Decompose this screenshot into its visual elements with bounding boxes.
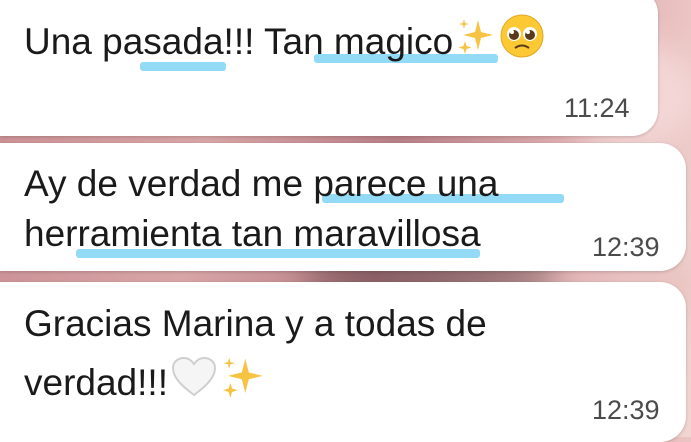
message-timestamp: 12:39 (592, 395, 660, 425)
message-timestamp: 12:39 (592, 232, 660, 262)
message-text-line-1: Gracias Marina y a todas de (24, 303, 487, 344)
message-text-line-2: herramienta tan maravillosa (24, 213, 481, 254)
message-bubble-1[interactable]: Una pasada!!! Tan magico 11:24 (0, 0, 658, 136)
message-bubble-3[interactable]: Gracias Marina y a todas de verdad!!! 12… (0, 282, 686, 442)
message-timestamp: 11:24 (564, 93, 630, 123)
message-text: Una pasada!!! Tan magico (24, 13, 545, 75)
message-bubble-2[interactable]: Ay de verdad me parece una herramienta t… (0, 143, 686, 271)
message-text-line-2: verdad!!! (24, 354, 266, 416)
sparkles-icon (456, 16, 496, 72)
sparkles-icon (220, 354, 266, 416)
message-text-line-1: Ay de verdad me parece una (24, 163, 499, 204)
white-heart-icon (171, 356, 217, 414)
pleading-face-icon (499, 13, 545, 75)
